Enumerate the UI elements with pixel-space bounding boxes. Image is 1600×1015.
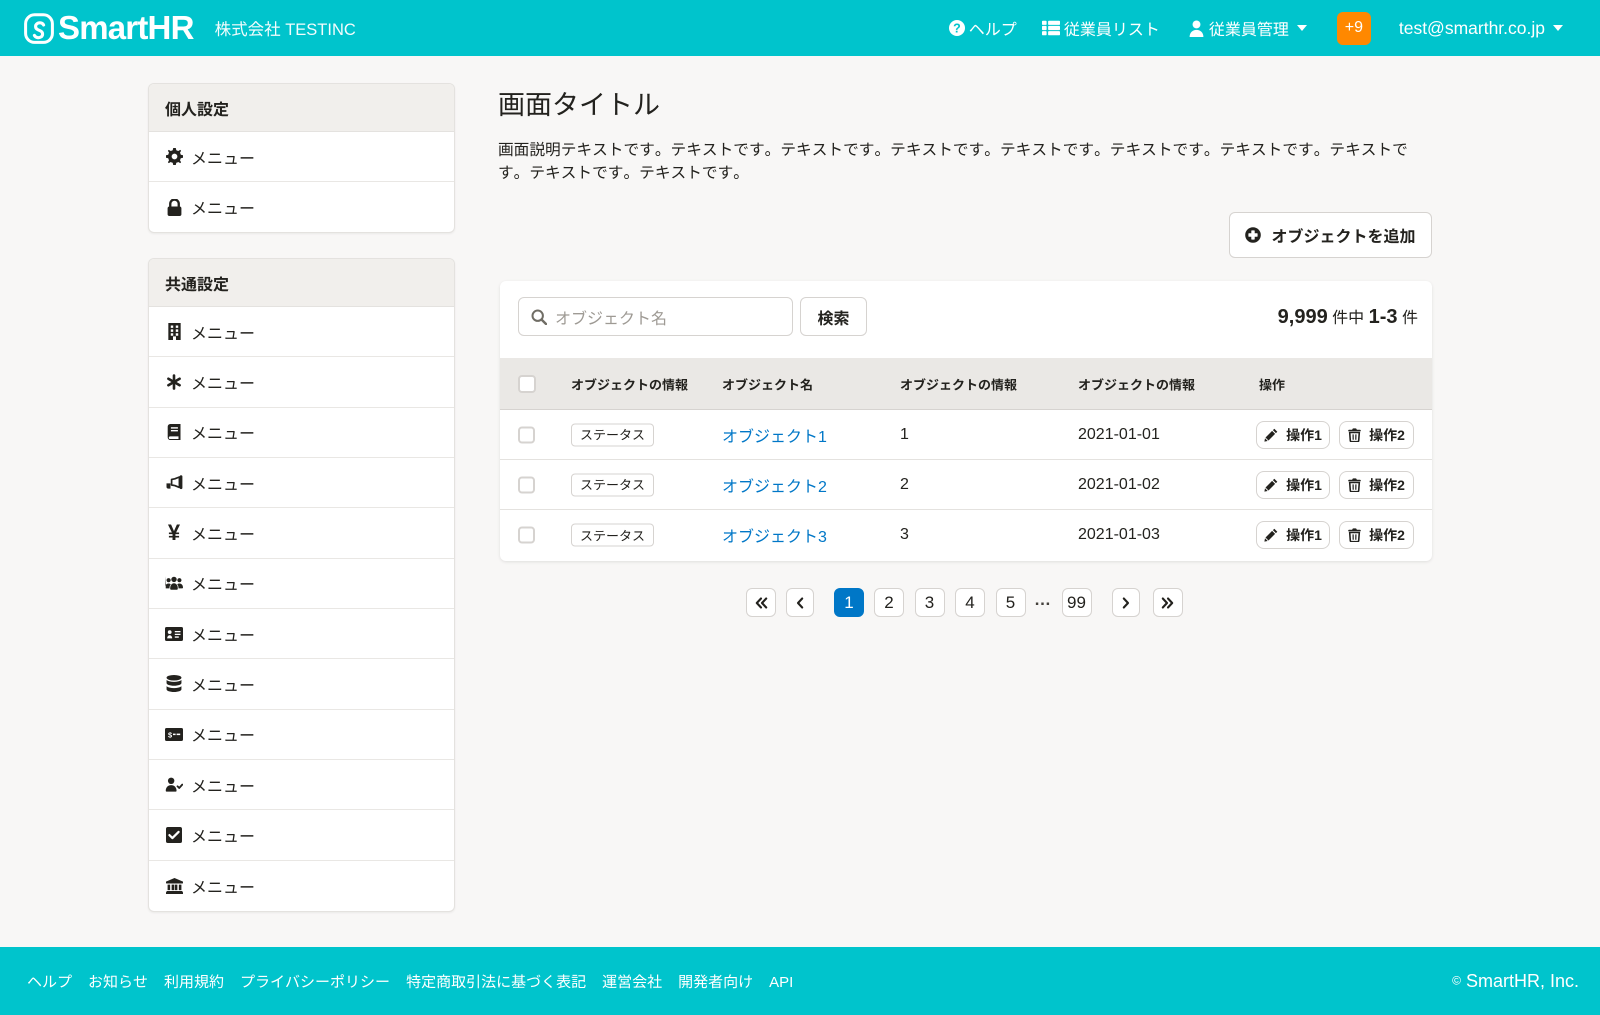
svg-text:?: ? [953,21,961,35]
svg-text:$: $ [168,730,172,739]
